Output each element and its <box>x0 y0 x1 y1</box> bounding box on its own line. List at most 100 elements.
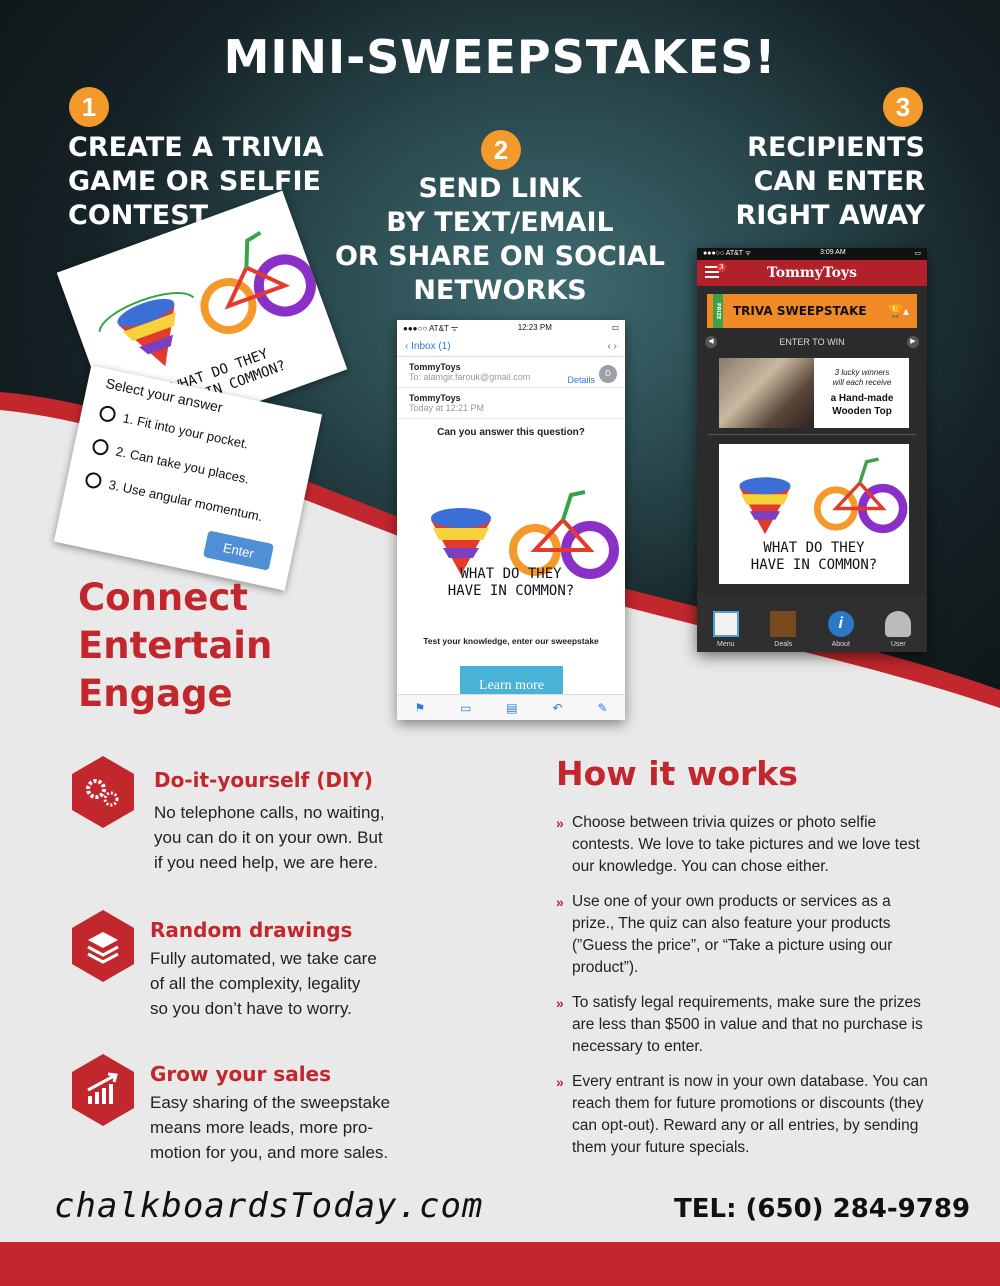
growth-chart-icon <box>72 1054 134 1126</box>
menu-icon <box>712 611 739 637</box>
prize-banner: 3 lucky winners will each receive a Hand… <box>719 358 909 428</box>
feature-body: Fully automated, we take care of all the… <box>150 949 377 1018</box>
flag-icon[interactable]: ⚑ <box>414 701 425 715</box>
tab-menu[interactable]: Menu <box>703 611 749 648</box>
chevron-right-icon: » <box>556 995 564 1011</box>
top-and-bike-illustration <box>739 457 908 535</box>
info-icon: i <box>827 611 854 637</box>
footer-bar <box>0 1242 1000 1286</box>
step-2-badge: 2 <box>481 130 521 170</box>
radio-icon[interactable] <box>83 470 103 490</box>
mail-toolbar: ⚑ ▭ ▤ ↶ ✎ <box>397 694 625 720</box>
answer-option-label: 2. Can take you places. <box>114 443 251 487</box>
list-item-text: To satisfy legal requirements, make sure… <box>572 994 923 1055</box>
doodle-line-2: HAVE IN COMMON? <box>447 583 575 599</box>
prize-title: TRIVA SWEEPSTAKE <box>733 304 867 318</box>
list-item-text: Choose between trivia quizes or photo se… <box>572 814 920 875</box>
user-icon <box>885 611 912 637</box>
list-item-text: Every entrant is now in your own databas… <box>572 1073 928 1156</box>
prize-bar[interactable]: PRIZE TRIVA SWEEPSTAKE 🏆▴ <box>707 294 917 328</box>
mail-subheader: TommyToys Today at 12:21 PM <box>397 388 625 419</box>
sender-name-2: TommyToys <box>409 393 461 403</box>
phone-number[interactable]: TEL: (650) 284-9789 <box>674 1194 970 1224</box>
tab-label: Menu <box>716 641 735 648</box>
step-1-badge: 1 <box>69 87 109 127</box>
sent-time: Today at 12:21 PM <box>409 403 485 413</box>
prize-ribbon: PRIZE <box>713 294 723 328</box>
carrier-label: ●●●○○ AT&T ᯤ <box>703 250 752 257</box>
tab-label: About <box>831 641 850 648</box>
trivia-card: WHAT DO THEY HAVE IN COMMON? <box>719 444 909 584</box>
doodle-caption: WHAT DO THEY HAVE IN COMMON? <box>724 540 904 574</box>
details-link[interactable]: Details <box>567 375 595 385</box>
divider <box>707 434 917 435</box>
feature-title: Random drawings <box>150 918 353 942</box>
list-item-text: Use one of your own products or services… <box>572 893 893 976</box>
feature-title: Grow your sales <box>150 1062 332 1086</box>
feature-title: Do-it-yourself (DIY) <box>154 768 374 792</box>
doodle-line-1: WHAT DO THEY <box>763 540 865 556</box>
banner-bold-text: a Hand-made Wooden Top <box>830 393 894 417</box>
radio-icon[interactable] <box>98 404 118 424</box>
folder-icon[interactable]: ▭ <box>460 701 471 715</box>
feature-body: Easy sharing of the sweepstake means mor… <box>150 1093 391 1162</box>
feature-random-drawings: Random drawings Fully automated, we take… <box>72 910 432 1030</box>
status-time: 12:23 PM <box>517 323 552 332</box>
prev-arrow-icon[interactable]: ◀ <box>705 336 717 348</box>
step-2-text: SEND LINK BY TEXT/EMAIL OR SHARE ON SOCI… <box>334 173 666 306</box>
app-phone-mockup: ●●●○○ AT&T ᯤ 3:09 AM ▭ 3 TommyToys PRIZE… <box>697 248 927 652</box>
website-link[interactable]: chalkboardsToday.com <box>54 1186 483 1226</box>
email-test-text: Test your knowledge, enter our sweepstak… <box>423 636 599 646</box>
chevron-right-icon: » <box>556 1074 564 1090</box>
trophy-icon: 🏆▴ <box>888 304 909 318</box>
answer-option-label: 1. Fit into your pocket. <box>121 409 250 452</box>
notification-badge: 3 <box>717 263 726 272</box>
reply-icon[interactable]: ↶ <box>553 701 563 715</box>
battery-icon: ▭ <box>914 250 921 257</box>
radio-icon[interactable] <box>91 437 110 457</box>
sender-name: TommyToys <box>409 362 461 372</box>
tagline: Connect Entertain Engage <box>78 576 273 715</box>
feature-diy: Do-it-yourself (DIY) No telephone calls,… <box>72 756 432 886</box>
tab-label: Deals <box>774 641 793 648</box>
how-it-works-title: How it works <box>556 754 798 793</box>
feature-grow-sales: Grow your sales Easy sharing of the swee… <box>72 1054 432 1174</box>
step-3-text: RECIPIENTS CAN ENTER RIGHT AWAY <box>735 132 925 231</box>
carrier-label: ●●●○○ AT&T ᯤ <box>403 324 459 333</box>
status-bar: ●●●○○ AT&T ᯤ 3:09 AM ▭ <box>697 248 927 260</box>
learn-more-button[interactable]: Learn more <box>460 666 563 696</box>
gears-icon <box>72 756 134 828</box>
chevron-nav-icons[interactable]: ‹ › <box>608 341 617 352</box>
enter-to-win-bar: ◀ ENTER TO WIN ▶ <box>697 336 927 348</box>
doodle-line-2: HAVE IN COMMON? <box>750 557 878 573</box>
list-item: » To satisfy legal requirements, make sur… <box>556 992 936 1058</box>
avatar: D <box>599 365 617 383</box>
tab-bar: Menu Deals i About User <box>697 594 927 652</box>
tab-deals[interactable]: Deals <box>760 611 806 648</box>
compose-icon[interactable]: ✎ <box>597 701 607 715</box>
brand-logo: TommyToys <box>766 265 858 281</box>
list-item: » Choose between trivia quizes or photo s… <box>556 812 936 878</box>
tab-about[interactable]: i About <box>818 611 864 648</box>
mail-nav-bar: ‹ Inbox (1) ‹ › <box>397 337 625 357</box>
status-bar: ●●●○○ AT&T ᯤ 12:23 PM ▭ <box>397 320 625 337</box>
battery-icon: ▭ <box>611 323 619 332</box>
doodle-line-1: WHAT DO THEY <box>460 566 562 582</box>
feature-body: No telephone calls, no waiting, you can … <box>154 803 385 872</box>
list-item: » Every entrant is now in your own databa… <box>556 1071 936 1159</box>
email-question: Can you answer this question? <box>437 427 585 438</box>
to-label: To: <box>409 372 422 382</box>
wooden-top-photo <box>719 358 814 428</box>
page-title: MINI-SWEEPSTAKES! <box>223 30 777 84</box>
chevron-right-icon: » <box>556 894 564 910</box>
doodle-caption: WHAT DO THEY HAVE IN COMMON? <box>417 566 605 600</box>
enter-button[interactable]: Enter <box>202 530 275 571</box>
step-3-badge: 3 <box>883 87 923 127</box>
list-item: » Use one of your own products or service… <box>556 891 936 979</box>
next-arrow-icon[interactable]: ▶ <box>906 336 919 348</box>
tab-user[interactable]: User <box>875 611 921 648</box>
archive-icon[interactable]: ▤ <box>506 701 517 715</box>
chevron-right-icon: » <box>556 815 564 831</box>
email-phone-mockup: ●●●○○ AT&T ᯤ 12:23 PM ▭ ‹ Inbox (1) ‹ › … <box>397 320 625 720</box>
inbox-back-link[interactable]: ‹ Inbox (1) <box>405 341 451 352</box>
